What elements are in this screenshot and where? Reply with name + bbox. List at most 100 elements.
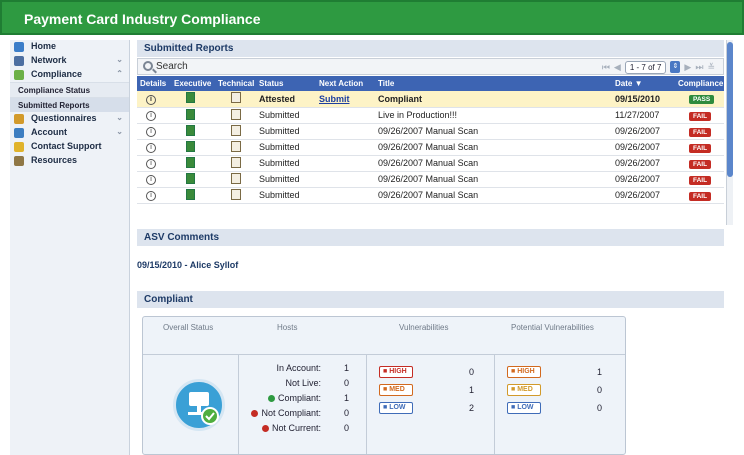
- info-icon[interactable]: i: [146, 94, 156, 105]
- prev-page-icon[interactable]: ◀: [614, 62, 621, 73]
- executive-report-icon[interactable]: [186, 188, 195, 200]
- search-label[interactable]: Search: [156, 61, 188, 72]
- info-icon[interactable]: i: [146, 143, 156, 153]
- search-icon[interactable]: [143, 61, 153, 71]
- executive-cell[interactable]: [171, 155, 215, 172]
- info-icon[interactable]: i: [146, 191, 156, 201]
- compliance-badge: PASS: [689, 95, 715, 105]
- table-row[interactable]: i Submitted 09/26/2007 Manual Scan 09/26/20…: [137, 123, 724, 140]
- table-row[interactable]: i Submitted 09/26/2007 Manual Scan 09/26/20…: [137, 171, 724, 188]
- chevron-up-icon[interactable]: ⌃: [116, 69, 123, 78]
- executive-report-icon[interactable]: [186, 92, 195, 104]
- executive-cell[interactable]: [171, 171, 215, 188]
- table-row[interactable]: i Submitted 09/26/2007 Manual Scan 09/26/20…: [137, 187, 724, 204]
- hosts-label-text: In Account:: [276, 363, 321, 373]
- technical-cell[interactable]: [215, 155, 256, 172]
- status-cell: Submitted: [256, 107, 316, 124]
- technical-cell[interactable]: [215, 107, 256, 124]
- executive-cell[interactable]: [171, 123, 215, 140]
- column-header-executive[interactable]: Executive: [171, 76, 215, 91]
- executive-cell[interactable]: [171, 139, 215, 156]
- technical-report-icon[interactable]: [231, 108, 241, 120]
- status-cell: Submitted: [256, 155, 316, 172]
- technical-report-icon[interactable]: [231, 156, 241, 168]
- submit-link[interactable]: Submit: [319, 94, 350, 104]
- info-icon[interactable]: i: [146, 111, 156, 121]
- technical-report-icon[interactable]: [231, 140, 241, 152]
- table-scrollbar[interactable]: [726, 40, 733, 225]
- collapse-icon[interactable]: ≚: [707, 62, 715, 73]
- details-cell[interactable]: i: [137, 139, 171, 156]
- sidebar-item-contact-support[interactable]: Contact Support: [10, 140, 129, 154]
- executive-report-icon[interactable]: [186, 156, 195, 168]
- technical-cell[interactable]: [215, 187, 256, 204]
- info-icon[interactable]: i: [146, 175, 156, 185]
- table-row[interactable]: i Submitted 09/26/2007 Manual Scan 09/26/20…: [137, 155, 724, 172]
- details-cell[interactable]: i: [137, 155, 171, 172]
- technical-cell[interactable]: [215, 123, 256, 140]
- vulnerabilities-low-badge: ■ LOW: [379, 402, 413, 414]
- executive-cell[interactable]: [171, 187, 215, 204]
- executive-cell[interactable]: [171, 91, 215, 108]
- last-page-icon[interactable]: ⏭: [695, 62, 703, 73]
- sidebar-item-compliance[interactable]: Compliance ⌃: [10, 68, 129, 82]
- technical-report-icon[interactable]: [231, 92, 241, 104]
- executive-report-icon[interactable]: [186, 140, 195, 152]
- executive-cell[interactable]: [171, 107, 215, 124]
- column-header-status[interactable]: Status: [256, 76, 316, 91]
- column-header-title[interactable]: Title: [375, 76, 612, 91]
- hosts-row: Not Compliant: 0: [239, 408, 351, 421]
- details-cell[interactable]: i: [137, 123, 171, 140]
- sort-desc-icon[interactable]: ▼: [632, 79, 643, 88]
- details-cell[interactable]: i: [137, 187, 171, 204]
- column-header-compliance[interactable]: Compliance: [675, 76, 724, 91]
- column-header-date[interactable]: Date ▼: [612, 76, 675, 91]
- sidebar-subitem-compliance-status[interactable]: Compliance Status: [10, 82, 129, 97]
- sidebar-item-home[interactable]: Home: [10, 40, 129, 54]
- next-page-icon[interactable]: ▶: [684, 62, 691, 73]
- scrollbar-thumb[interactable]: [727, 42, 733, 177]
- info-icon[interactable]: i: [146, 127, 156, 137]
- technical-report-icon[interactable]: [231, 188, 241, 200]
- executive-report-icon[interactable]: [186, 172, 195, 184]
- table-row[interactable]: i Attested Submit Compliant 09/15/2010 PASS: [137, 91, 724, 108]
- hosts-label-text: Not Live:: [285, 378, 321, 388]
- compliance-cell: FAIL: [675, 155, 724, 172]
- chevron-down-icon[interactable]: ⌄: [116, 127, 123, 136]
- details-cell[interactable]: i: [137, 91, 171, 108]
- table-row[interactable]: i Submitted Live in Production!!! 11/27/200…: [137, 107, 724, 124]
- page-range-select[interactable]: 1 - 7 of 7: [624, 60, 667, 74]
- search-bar[interactable]: Search ⏮ ◀ 1 - 7 of 7 ⇕ ▶ ⏭ ≚: [137, 58, 724, 75]
- technical-report-icon[interactable]: [231, 172, 241, 184]
- pencil-icon: [14, 114, 24, 124]
- sidebar-item-resources[interactable]: Resources: [10, 154, 129, 168]
- technical-cell[interactable]: [215, 139, 256, 156]
- sidebar-subitem-submitted-reports[interactable]: Submitted Reports: [10, 97, 129, 112]
- column-header-next-action[interactable]: Next Action: [316, 76, 375, 91]
- technical-report-icon[interactable]: [231, 124, 241, 136]
- sidebar-item-questionnaires[interactable]: Questionnaires ⌄: [10, 112, 129, 126]
- executive-report-icon[interactable]: [186, 108, 195, 120]
- technical-cell[interactable]: [215, 91, 256, 108]
- table-row[interactable]: i Submitted 09/26/2007 Manual Scan 09/26/20…: [137, 139, 724, 156]
- details-cell[interactable]: i: [137, 171, 171, 188]
- app-title: Payment Card Industry Compliance: [24, 11, 261, 27]
- chevron-down-icon[interactable]: ⌄: [116, 113, 123, 122]
- column-header-details[interactable]: Details: [137, 76, 171, 91]
- info-icon[interactable]: i: [146, 159, 156, 169]
- page-select-arrow-icon[interactable]: ⇕: [670, 61, 681, 73]
- first-page-icon[interactable]: ⏮: [602, 62, 610, 73]
- severity-label: MED: [517, 386, 533, 393]
- potential-high-badge: ■ HIGH: [507, 366, 541, 378]
- column-header-technical[interactable]: Technical: [215, 76, 256, 91]
- compliance-cell: FAIL: [675, 171, 724, 188]
- executive-report-icon[interactable]: [186, 124, 195, 136]
- chevron-down-icon[interactable]: ⌄: [116, 55, 123, 64]
- date-cell: 09/15/2010: [612, 91, 675, 108]
- potential-value: 0: [597, 385, 603, 395]
- technical-cell[interactable]: [215, 171, 256, 188]
- compliance-summary-card: Overall Status Hosts Vulnerabilities Pot…: [142, 316, 626, 455]
- details-cell[interactable]: i: [137, 107, 171, 124]
- sidebar-item-network[interactable]: Network ⌄: [10, 54, 129, 68]
- sidebar-item-account[interactable]: Account ⌄: [10, 126, 129, 140]
